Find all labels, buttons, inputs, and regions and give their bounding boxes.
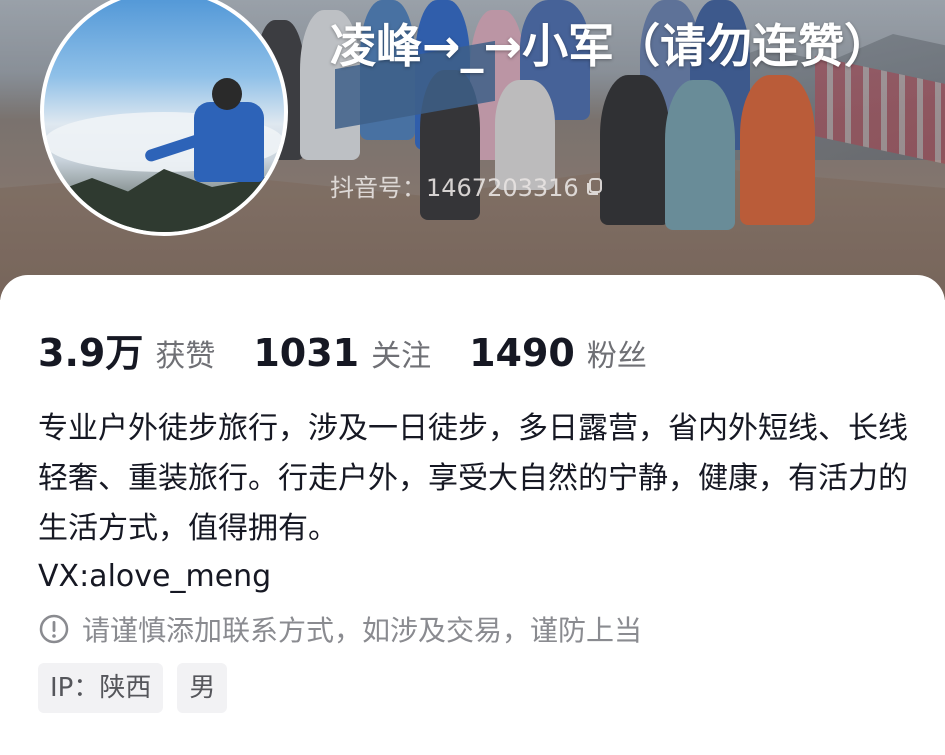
tag-ip-location: IP：陕西 (38, 663, 164, 713)
warning-text: 请谨慎添加联系方式，如涉及交易，谨防上当 (82, 614, 643, 647)
stat-likes[interactable]: 3.9万 获赞 (38, 322, 215, 377)
stat-value: 1031 (253, 331, 360, 375)
info-icon (39, 614, 69, 644)
stat-followers[interactable]: 1490 粉丝 (469, 331, 647, 375)
stat-value: 1490 (469, 331, 575, 375)
profile-bio: 专业户外徒步旅行，涉及一日徒步，多日露营，省内外短线、长线轻奢、重装旅行。行走户… (38, 411, 908, 546)
contact-text: VX:alove_meng (38, 559, 272, 594)
stat-label: 粉丝 (586, 339, 647, 374)
copy-icon[interactable] (585, 176, 605, 196)
profile-avatar[interactable] (40, 0, 288, 236)
profile-name: 凌峰→_→小军（请勿连赞） (330, 19, 891, 73)
tag-gender: 男 (177, 663, 228, 713)
contact-warning: 请谨慎添加联系方式，如涉及交易，谨防上当 (38, 609, 642, 649)
stat-value: 3.9万 (38, 331, 144, 375)
stat-following[interactable]: 1031 关注 (253, 331, 431, 375)
douyin-id[interactable]: 抖音号：1467203316 (330, 168, 605, 203)
stat-label: 获赞 (155, 339, 216, 374)
douyin-id-text: 抖音号：1467203316 (330, 174, 579, 202)
stat-label: 关注 (371, 339, 432, 374)
profile-stats: 3.9万 获赞 1031 关注 1490 粉丝 (38, 322, 685, 377)
profile-tags: IP：陕西 男 (38, 663, 241, 713)
